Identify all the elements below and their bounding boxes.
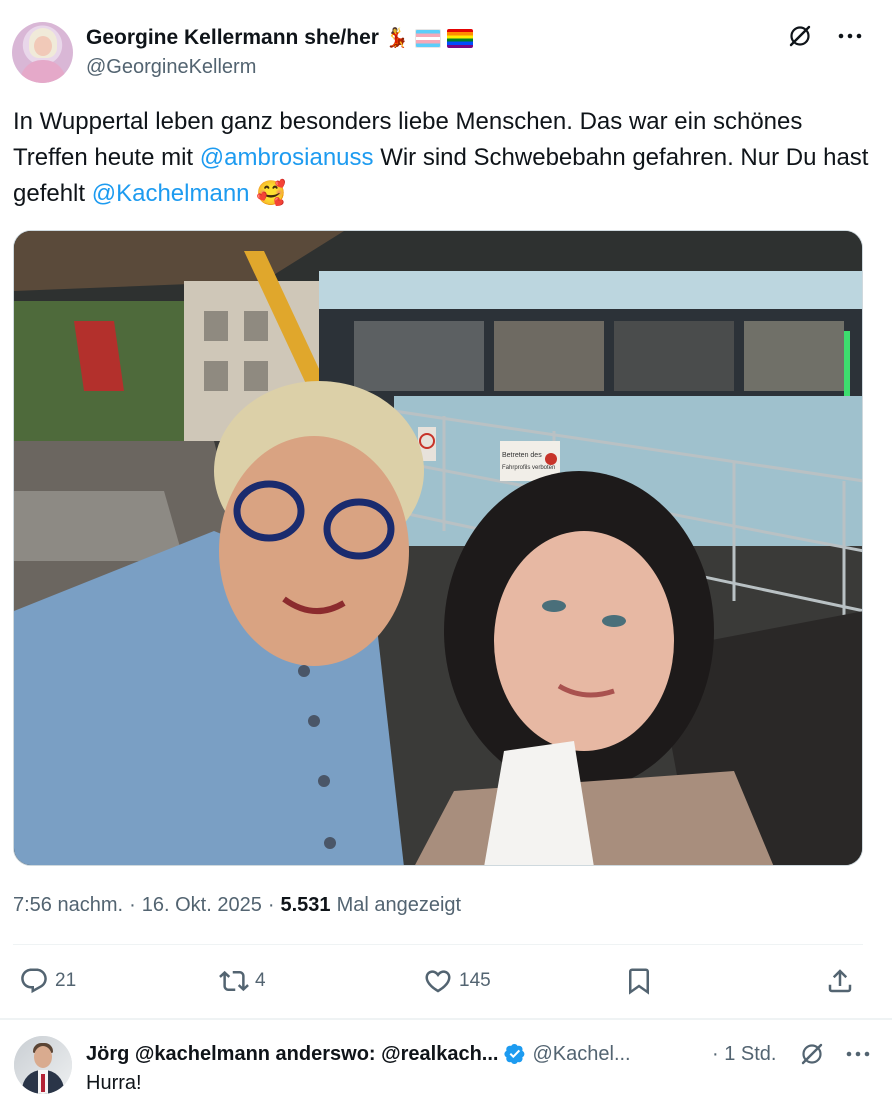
reply-count: 21 <box>55 970 77 991</box>
meta-separator: · <box>129 894 136 916</box>
repost-count: 4 <box>255 970 266 991</box>
repost-button[interactable]: 4 <box>219 966 266 996</box>
main-post: Georgine Kellermann she/her 💃 @GeorgineK… <box>0 0 892 1020</box>
view-count-label: Mal angezeigt <box>336 894 462 916</box>
reply-button[interactable]: 21 <box>19 966 76 996</box>
share-button[interactable] <box>825 966 855 996</box>
post-action-bar: 21 4 145 <box>13 962 863 1000</box>
heart-icon <box>425 970 451 993</box>
view-count[interactable]: 5.531 <box>281 894 331 917</box>
divider <box>13 944 863 945</box>
reply-author-avatar[interactable] <box>14 1036 72 1094</box>
reply-text: Hurra! <box>86 1072 142 1094</box>
smiling-hearts-emoji: 🥰 <box>256 180 287 207</box>
author-avatar[interactable] <box>12 22 73 83</box>
reply-author-handle[interactable]: @Kachel... <box>532 1043 630 1066</box>
rainbow-flag-icon <box>446 28 473 48</box>
platform-sign-line1: Betreten des <box>502 452 542 459</box>
post-text: In Wuppertal leben ganz besonders liebe … <box>13 104 873 212</box>
more-options-icon[interactable] <box>844 1040 872 1068</box>
post-photo[interactable]: Betreten des Fahrprofils verboten <box>13 230 863 866</box>
grok-icon[interactable] <box>786 22 814 50</box>
reply-author-name[interactable]: Jörg @kachelmann anderswo: @realkach... <box>86 1043 498 1066</box>
post-top-actions <box>786 22 864 50</box>
bookmark-button[interactable] <box>624 966 654 996</box>
post-meta: 7:56 nachm. · 16. Okt. 2025 · 5.531 Mal … <box>13 894 461 917</box>
post-date[interactable]: 16. Okt. 2025 <box>142 894 262 917</box>
mention-link-kachelmann[interactable]: @Kachelmann <box>92 180 250 207</box>
more-options-icon[interactable] <box>836 22 864 50</box>
mention-link-ambrosianuss[interactable]: @ambrosianuss <box>200 144 374 171</box>
like-count: 145 <box>459 970 491 991</box>
post-time[interactable]: 7:56 nachm. <box>13 894 123 917</box>
meta-separator: · <box>267 894 275 916</box>
reply-icon <box>21 968 47 994</box>
reply-post[interactable]: Jörg @kachelmann anderswo: @realkach... … <box>0 1020 892 1112</box>
platform-sign-line2: Fahrprofils verboten <box>502 465 555 471</box>
bookmark-icon <box>629 968 649 995</box>
reply-header: Jörg @kachelmann anderswo: @realkach... … <box>86 1040 872 1068</box>
verified-badge-icon <box>504 1043 526 1065</box>
reply-time[interactable]: · 1 Std. <box>712 1043 776 1066</box>
author-name[interactable]: Georgine Kellermann she/her <box>86 26 379 50</box>
author-handle[interactable]: @GeorgineKellerm <box>86 56 256 79</box>
selfie-photo-illustration: Betreten des Fahrprofils verboten <box>14 231 862 865</box>
transgender-flag-icon <box>414 28 441 48</box>
like-button[interactable]: 145 <box>423 966 491 996</box>
dancer-emoji: 💃 <box>384 27 409 49</box>
repost-icon <box>219 970 249 992</box>
reply-top-actions <box>798 1040 872 1068</box>
grok-icon[interactable] <box>798 1040 826 1068</box>
share-icon <box>828 969 852 993</box>
author-name-row: Georgine Kellermann she/her 💃 <box>86 24 473 52</box>
